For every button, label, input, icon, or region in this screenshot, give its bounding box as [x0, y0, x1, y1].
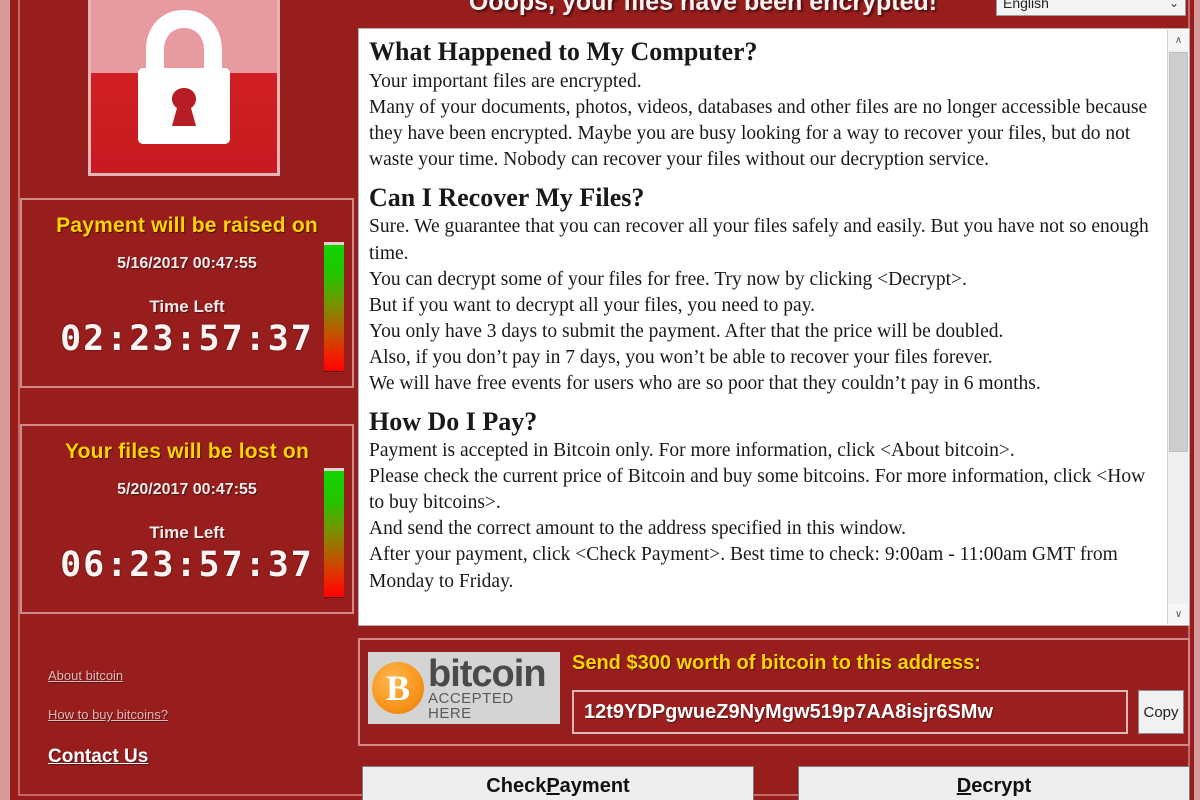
- vertical-scrollbar[interactable]: ∧ ∨: [1167, 30, 1189, 624]
- ransomware-window: Payment will be raised on 5/16/2017 00:4…: [0, 0, 1200, 800]
- check-payment-mnemonic: P: [546, 774, 560, 797]
- timer-date: 5/20/2017 00:47:55: [117, 481, 257, 498]
- bitcoin-logo-subtext: ACCEPTED HERE: [428, 690, 514, 722]
- main-column: Ooops, your files have been encrypted! E…: [358, 0, 1190, 800]
- section2-line5: Also, if you don’t pay in 7 days, you wo…: [369, 346, 993, 368]
- section3-line4: After your payment, click <Check Payment…: [369, 544, 1118, 592]
- countdown-gradient-bar: [324, 468, 344, 598]
- chevron-down-icon: ⌄: [1168, 0, 1179, 10]
- language-select-value: English: [1003, 0, 1049, 11]
- bitcoin-wordmark: bitcoin ACCEPTED HERE: [428, 655, 560, 721]
- section-heading-can-i-recover: Can I Recover My Files?: [369, 182, 645, 212]
- section2-line3: But if you want to decrypt all your file…: [369, 294, 816, 316]
- check-payment-label-post: ayment: [559, 774, 630, 797]
- decrypt-button[interactable]: Decrypt: [798, 766, 1190, 800]
- scroll-up-icon[interactable]: ∧: [1168, 30, 1189, 50]
- timer-title: Payment will be raised on: [56, 214, 318, 237]
- section3-line2: Please check the current price of Bitcoi…: [369, 466, 1146, 514]
- ransom-note-panel: What Happened to My Computer? Your impor…: [358, 28, 1190, 626]
- decrypt-label-post: ecrypt: [971, 774, 1032, 797]
- sidebar-links: About bitcoin How to buy bitcoins? Conta…: [48, 668, 348, 768]
- lock-badge: [88, 0, 280, 176]
- page-title: Ooops, your files have been encrypted!: [468, 0, 938, 16]
- check-payment-button[interactable]: Check Payment: [362, 766, 754, 800]
- section1-paragraph: Many of your documents, photos, videos, …: [369, 96, 1148, 170]
- section3-line1: Payment is accepted in Bitcoin only. For…: [369, 440, 1015, 462]
- bitcoin-accepted-here-logo: B bitcoin ACCEPTED HERE: [368, 652, 560, 724]
- link-about-bitcoin[interactable]: About bitcoin: [48, 668, 123, 683]
- timer-card-payment-raised: Payment will be raised on 5/16/2017 00:4…: [20, 198, 354, 388]
- link-contact-us[interactable]: Contact Us: [48, 746, 148, 768]
- scroll-down-icon[interactable]: ∨: [1168, 604, 1189, 624]
- payment-strip: B bitcoin ACCEPTED HERE Send $300 worth …: [358, 638, 1190, 746]
- section1-line1: Your important files are encrypted.: [369, 70, 642, 92]
- time-left-label: Time Left: [149, 297, 225, 316]
- window-left-edge: [0, 0, 10, 800]
- section-heading-how-do-i-pay: How Do I Pay?: [369, 406, 538, 436]
- timer-date: 5/16/2017 00:47:55: [117, 255, 257, 272]
- payment-headline: Send $300 worth of bitcoin to this addre…: [572, 652, 981, 674]
- countdown-gradient-bar: [324, 242, 344, 372]
- link-how-to-buy-bitcoins[interactable]: How to buy bitcoins?: [48, 707, 168, 722]
- bitcoin-logo-text: bitcoin: [428, 653, 547, 695]
- scrollbar-thumb[interactable]: [1169, 52, 1188, 452]
- section3-line3: And send the correct amount to the addre…: [369, 518, 907, 540]
- timer-title: Your files will be lost on: [64, 440, 309, 463]
- section2-line2: You can decrypt some of your files for f…: [369, 268, 967, 290]
- copy-button[interactable]: Copy: [1138, 690, 1184, 734]
- section2-line1: Sure. We guarantee that you can recover …: [369, 216, 1149, 264]
- timer-card-files-lost: Your files will be lost on 5/20/2017 00:…: [20, 424, 354, 614]
- section-heading-what-happened: What Happened to My Computer?: [369, 37, 758, 66]
- decrypt-mnemonic: D: [956, 774, 972, 797]
- left-sidebar: Payment will be raised on 5/16/2017 00:4…: [14, 0, 354, 800]
- window-right-edge: [1194, 0, 1200, 800]
- section2-line6: We will have free events for users who a…: [369, 372, 1041, 394]
- check-payment-label-pre: Check: [486, 774, 547, 797]
- countdown-display: 06:23:57:37: [60, 545, 314, 585]
- countdown-display: 02:23:57:37: [60, 319, 314, 359]
- time-left-label: Time Left: [149, 523, 225, 542]
- ransom-note-text: What Happened to My Computer? Your impor…: [359, 29, 1167, 625]
- padlock-icon: [138, 10, 230, 144]
- section2-line4: You only have 3 days to submit the payme…: [369, 320, 1004, 342]
- bitcoin-address-field[interactable]: 12t9YDPgwueZ9NyMgw519p7AA8isjr6SMw: [572, 690, 1128, 734]
- bitcoin-coin-icon: B: [372, 662, 424, 714]
- language-select[interactable]: English ⌄: [996, 0, 1186, 16]
